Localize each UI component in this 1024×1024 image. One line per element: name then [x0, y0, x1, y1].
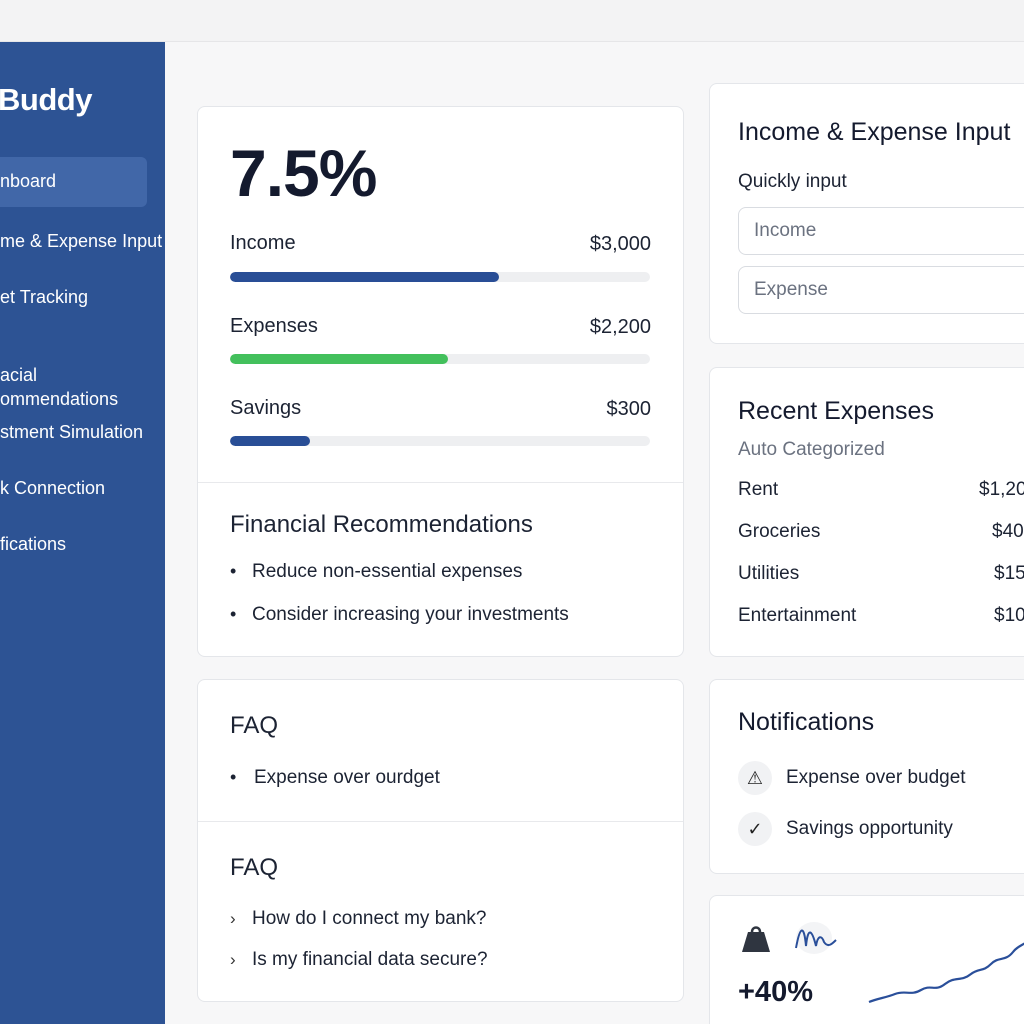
expenses-amount: $2,200 [589, 316, 651, 338]
income-progress-bar [230, 272, 650, 282]
expense-row[interactable]: Entertainment $10 [738, 605, 1024, 631]
recent-expenses-card: Recent Expenses Auto Categorized Rent $1… [709, 367, 1024, 657]
income-label: Income [230, 232, 296, 254]
bullet-icon: • [230, 561, 237, 581]
expense-input[interactable] [738, 266, 1024, 314]
growth-card: +40% [709, 895, 1024, 1024]
recent-expenses-title: Recent Expenses [738, 397, 934, 425]
expenses-progress-bar [230, 354, 650, 364]
growth-trend-line [868, 942, 1024, 1004]
notifications-title: Notifications [738, 708, 875, 736]
sidebar-item-budget-tracking[interactable]: et Tracking [0, 285, 164, 309]
savings-label: Savings [230, 397, 302, 419]
expense-name: Utilities [738, 563, 800, 584]
bullet-icon: • [230, 604, 237, 624]
card-divider [198, 821, 683, 822]
faq-question[interactable]: › How do I connect my bank? [230, 908, 486, 930]
warning-icon: ⚠ [738, 761, 772, 795]
recommendation-item: • Reduce non-essential expenses [230, 561, 523, 582]
window-top-bar [0, 0, 1024, 42]
notifications-card: Notifications ⚠ Expense over budget ✓ Sa… [709, 679, 1024, 874]
sidebar-item-income-expense-input[interactable]: me & Expense Input [0, 229, 164, 253]
sidebar-item-label: nboard [0, 171, 57, 191]
bag-icon [742, 926, 770, 952]
expense-amount: $40 [992, 521, 1024, 542]
faq-title: FAQ [230, 854, 279, 881]
recent-expenses-subtitle: Auto Categorized [738, 439, 885, 460]
expense-row[interactable]: Rent $1,20 [738, 479, 1024, 505]
expense-row[interactable]: Utilities $15 [738, 563, 1024, 589]
sidebar-item-investment-simulation[interactable]: stment Simulation [0, 420, 164, 444]
recommendations-title: Financial Recommendations [230, 511, 533, 538]
sidebar-item-label: stment Simulation [0, 422, 144, 442]
chevron-right-icon: › [230, 950, 236, 969]
expense-amount: $10 [994, 605, 1024, 626]
expense-amount: $1,20 [979, 479, 1024, 500]
expense-amount: $15 [994, 563, 1024, 584]
sidebar-item-bank-connection[interactable]: k Connection [0, 476, 164, 500]
faq-question[interactable]: › Is my financial data secure? [230, 949, 488, 971]
card-divider [198, 482, 683, 483]
growth-card-icons [742, 922, 837, 954]
sparkline-icon [795, 922, 837, 954]
faq-card: FAQ • Expense over ourdget FAQ › How do I … [197, 679, 684, 1002]
input-card-subtitle: Quickly input [738, 171, 847, 192]
expense-name: Entertainment [738, 605, 857, 626]
sidebar-item-label: k Connection [0, 478, 106, 498]
expenses-label: Expenses [230, 315, 318, 337]
faq-item[interactable]: • Expense over ourdget [230, 767, 440, 789]
summary-card: 7.5% Income $3,000 Expenses $2,200 Savin… [197, 106, 684, 657]
sidebar-item-label: fications [0, 534, 67, 554]
sidebar-item-dashboard[interactable]: nboard [0, 157, 147, 207]
notification-text: Expense over budget [786, 767, 966, 788]
app-brand: Buddy [0, 82, 92, 117]
savings-progress-fill [230, 436, 310, 446]
savings-progress-bar [230, 436, 650, 446]
growth-value: +40% [738, 976, 813, 1008]
sidebar-item-label: me & Expense Input [0, 231, 163, 251]
bullet-icon: • [230, 767, 237, 787]
check-icon: ✓ [738, 812, 772, 846]
expense-row[interactable]: Groceries $40 [738, 521, 1024, 547]
chevron-right-icon: › [230, 909, 236, 928]
sidebar-item-label: et Tracking [0, 287, 89, 307]
income-input[interactable] [738, 207, 1024, 255]
notification-text: Savings opportunity [786, 818, 953, 839]
sidebar-item-financial-recommendations[interactable]: acial ommendations [0, 339, 165, 411]
expense-name: Groceries [738, 521, 821, 542]
input-card: Income & Expense Input Quickly input [709, 83, 1024, 344]
sidebar-item-label: acial ommendations [0, 365, 119, 409]
input-card-title: Income & Expense Input [738, 118, 1011, 146]
faq-title: FAQ [230, 712, 279, 739]
sidebar-item-notifications[interactable]: fications [0, 532, 164, 556]
recommendation-item: • Consider increasing your investments [230, 604, 569, 625]
expenses-progress-fill [230, 354, 449, 364]
sidebar: Buddy nboard me & Expense Input et Track… [0, 42, 165, 1024]
expense-name: Rent [738, 479, 779, 500]
income-progress-fill [230, 272, 499, 282]
savings-amount: $300 [606, 398, 652, 420]
savings-rate: 7.5% [230, 136, 377, 210]
income-amount: $3,000 [589, 233, 651, 255]
